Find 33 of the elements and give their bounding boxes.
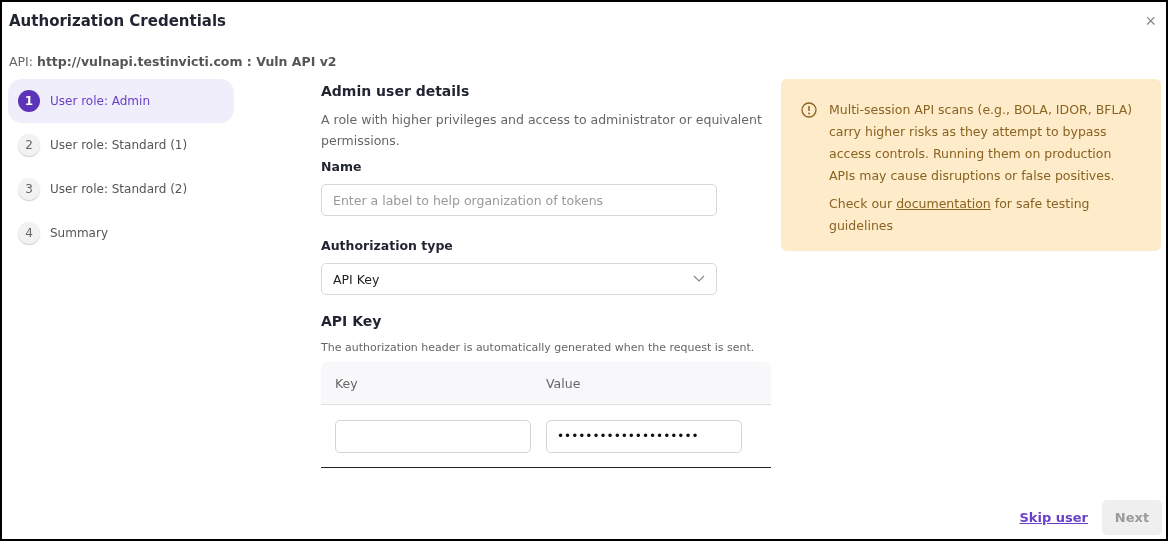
step-item[interactable]: 2 User role: Standard (1) — [8, 123, 234, 167]
step-item[interactable]: 3 User role: Standard (2) — [8, 167, 234, 211]
description: A role with higher privileges and access to administrator or equivalent permissions. — [321, 111, 763, 150]
info-icon — [801, 102, 817, 118]
section-heading: API Key — [321, 313, 383, 329]
chevron-icon — [693, 275, 705, 283]
section-heading: Admin user details — [321, 83, 471, 99]
step-item[interactable]: 4 Summary — [8, 211, 234, 255]
step-label: User role: Standard (1) — [50, 138, 188, 152]
step-label: Summary — [50, 226, 108, 240]
step-item[interactable]: 1 User role: Admin — [8, 79, 234, 123]
api-info: API: http://vulnapi.testinvicti.com : Vuln API v2 — [8, 53, 338, 69]
step-number: 2 — [18, 134, 40, 156]
column-header: Key — [334, 375, 359, 391]
column-header: Value — [546, 375, 581, 391]
field-label: Name — [321, 159, 363, 174]
value-field[interactable]: •••••••••••••••••••• — [546, 419, 742, 453]
documentation-link[interactable]: documentation — [896, 196, 991, 211]
field-label: Authorization type — [321, 238, 454, 253]
step-label: User role: Standard (2) — [50, 182, 188, 196]
step-number: 1 — [18, 90, 40, 112]
authorization-type-dropdown[interactable]: API Key — [321, 263, 717, 295]
close-button[interactable]: × — [1145, 12, 1156, 30]
step-label: User role: Admin — [50, 94, 150, 108]
warning-note: Check our documentation for safe testing guidelines — [829, 195, 1091, 235]
step-number: 4 — [18, 222, 40, 244]
key-field[interactable] — [335, 419, 531, 453]
helper-text: The authorization header is automatically generated when the request is sent. — [321, 341, 756, 354]
skip-user-link[interactable]: Skip user — [1019, 510, 1088, 525]
warning-text: Multi-session API scans (e.g., BOLA, IDOR, BFLA) carry higher risks as they attempt to bypass access controls. Running them on production APIs may cause disruptions or false positives. — [829, 101, 1134, 185]
window-title: Authorization Credentials — [9, 12, 227, 30]
step-number: 3 — [18, 178, 40, 200]
name-field[interactable]: Enter a label to help organization of tokens — [321, 184, 717, 216]
